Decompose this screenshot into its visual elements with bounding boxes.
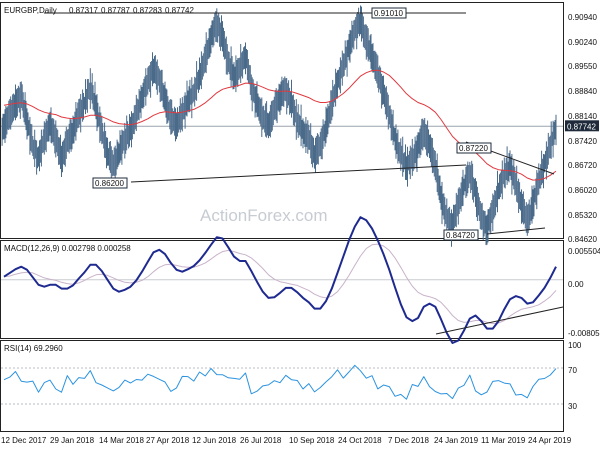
price-header-value-4: 0.87742 bbox=[165, 6, 194, 15]
watermark: ActionForex.com bbox=[200, 206, 328, 225]
price-y-tick: 0.90240 bbox=[568, 38, 597, 47]
price-y-tick: 0.85320 bbox=[568, 211, 597, 220]
current-price-label: 0.87742 bbox=[567, 122, 596, 131]
price-annotation-label: 0.87220 bbox=[459, 144, 488, 153]
x-tick: 27 Apr 2018 bbox=[146, 436, 190, 445]
x-axis: 12 Dec 2017 29 Jan 2018 14 Mar 2018 27 A… bbox=[1, 436, 572, 445]
price-y-tick: 0.88840 bbox=[568, 87, 597, 96]
x-tick: 14 Mar 2018 bbox=[99, 436, 144, 445]
macd-panel-frame bbox=[0, 240, 564, 339]
price-y-tick: 0.86020 bbox=[568, 186, 597, 195]
price-y-tick: 0.87420 bbox=[568, 137, 597, 146]
x-tick: 24 Jan 2019 bbox=[434, 436, 479, 445]
rsi-panel-frame bbox=[0, 340, 564, 432]
price-y-tick: 0.84620 bbox=[568, 235, 597, 244]
price-header-value-3: 0.87283 bbox=[133, 6, 162, 15]
price-header-symbol: EURGBP,Daily bbox=[4, 6, 57, 15]
macd-y-tick: 0.00 bbox=[568, 280, 584, 289]
price-y-tick: 0.89550 bbox=[568, 62, 597, 71]
x-tick: 11 Mar 2019 bbox=[481, 436, 526, 445]
macd-y-axis: 0.005504 0.00 -0.00805 bbox=[568, 247, 600, 338]
x-tick: 29 Jan 2018 bbox=[50, 436, 95, 445]
macd-y-tick: 0.005504 bbox=[568, 247, 600, 256]
x-tick: 7 Dec 2018 bbox=[388, 436, 429, 445]
x-tick: 12 Dec 2017 bbox=[1, 436, 47, 445]
price-annotation-label: 0.91010 bbox=[374, 9, 403, 18]
rsi-y-tick: 70 bbox=[568, 366, 577, 375]
chart-root: ActionForex.com EURGBP,Daily 0.87317 0.8… bbox=[0, 2, 600, 445]
x-tick: 24 Apr 2019 bbox=[528, 436, 572, 445]
x-tick: 10 Sep 2018 bbox=[289, 436, 335, 445]
price-y-tick: 0.88140 bbox=[568, 112, 597, 121]
x-tick: 12 Jun 2018 bbox=[192, 436, 237, 445]
price-header-value-1: 0.87317 bbox=[69, 6, 98, 15]
rsi-y-tick: 30 bbox=[568, 402, 577, 411]
price-header-value-2: 0.87787 bbox=[101, 6, 130, 15]
x-tick: 24 Oct 2018 bbox=[338, 436, 382, 445]
price-annotation-label: 0.86200 bbox=[95, 179, 124, 188]
macd-y-tick: -0.00805 bbox=[568, 329, 600, 338]
rsi-y-axis: 100 70 30 bbox=[568, 341, 582, 411]
price-y-tick: 0.86720 bbox=[568, 161, 597, 170]
price-y-tick: 0.90940 bbox=[568, 13, 597, 22]
rsi-label: RSI(14) 69.2960 bbox=[4, 344, 63, 353]
rsi-y-tick: 100 bbox=[568, 341, 582, 350]
price-annotation-label: 0.84720 bbox=[446, 231, 475, 240]
x-tick: 26 Jul 2018 bbox=[240, 436, 282, 445]
macd-label: MACD(12,26,9) 0.002798 0.000258 bbox=[4, 244, 131, 253]
